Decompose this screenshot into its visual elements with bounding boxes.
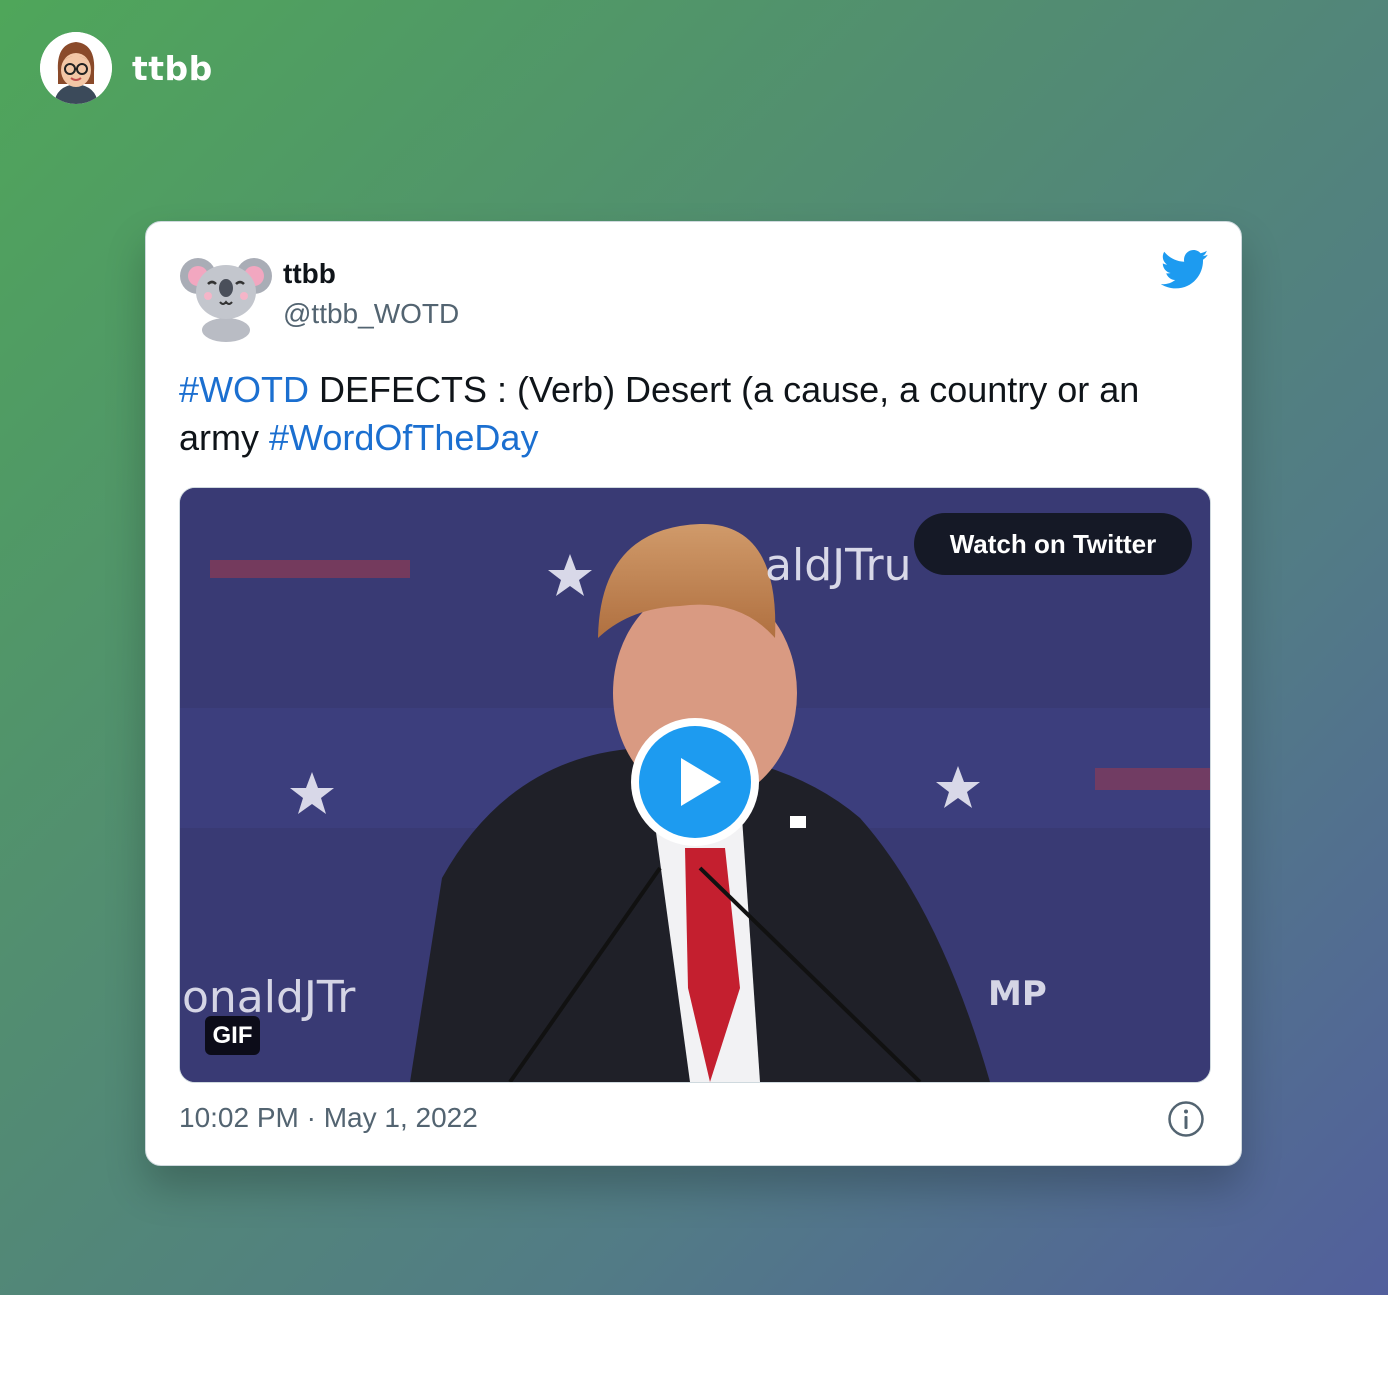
author-name[interactable]: ttbb: [283, 258, 336, 290]
koala-avatar-icon[interactable]: [178, 246, 274, 342]
brand-name: ttbb: [132, 48, 213, 88]
twitter-bird-icon[interactable]: [1160, 250, 1209, 290]
banner-text-right: MP: [988, 974, 1047, 1014]
woman-with-glasses-avatar-icon: [40, 32, 112, 104]
tweet-card[interactable]: ttbb @ttbb_WOTD #WOTD DEFECTS : (Verb) D…: [145, 221, 1242, 1166]
author-handle[interactable]: @ttbb_WOTD: [283, 298, 459, 330]
watch-on-twitter-button[interactable]: Watch on Twitter: [914, 513, 1192, 575]
play-icon[interactable]: [629, 716, 761, 848]
brand-header: ttbb: [40, 32, 213, 104]
banner-text-top: aldJTru: [765, 540, 912, 591]
hashtag-word-of-the-day[interactable]: #WordOfTheDay: [269, 417, 538, 458]
gif-media[interactable]: aldJTru onaldJTr MP Watch on Twitter GIF: [179, 487, 1211, 1083]
tweet-timestamp[interactable]: 10:02 PM · May 1, 2022: [179, 1102, 478, 1134]
info-icon[interactable]: [1167, 1100, 1205, 1138]
gif-badge: GIF: [205, 1016, 260, 1055]
tweet-text: #WOTD DEFECTS : (Verb) Desert (a cause, …: [179, 366, 1219, 462]
hashtag-wotd[interactable]: #WOTD: [179, 369, 309, 410]
